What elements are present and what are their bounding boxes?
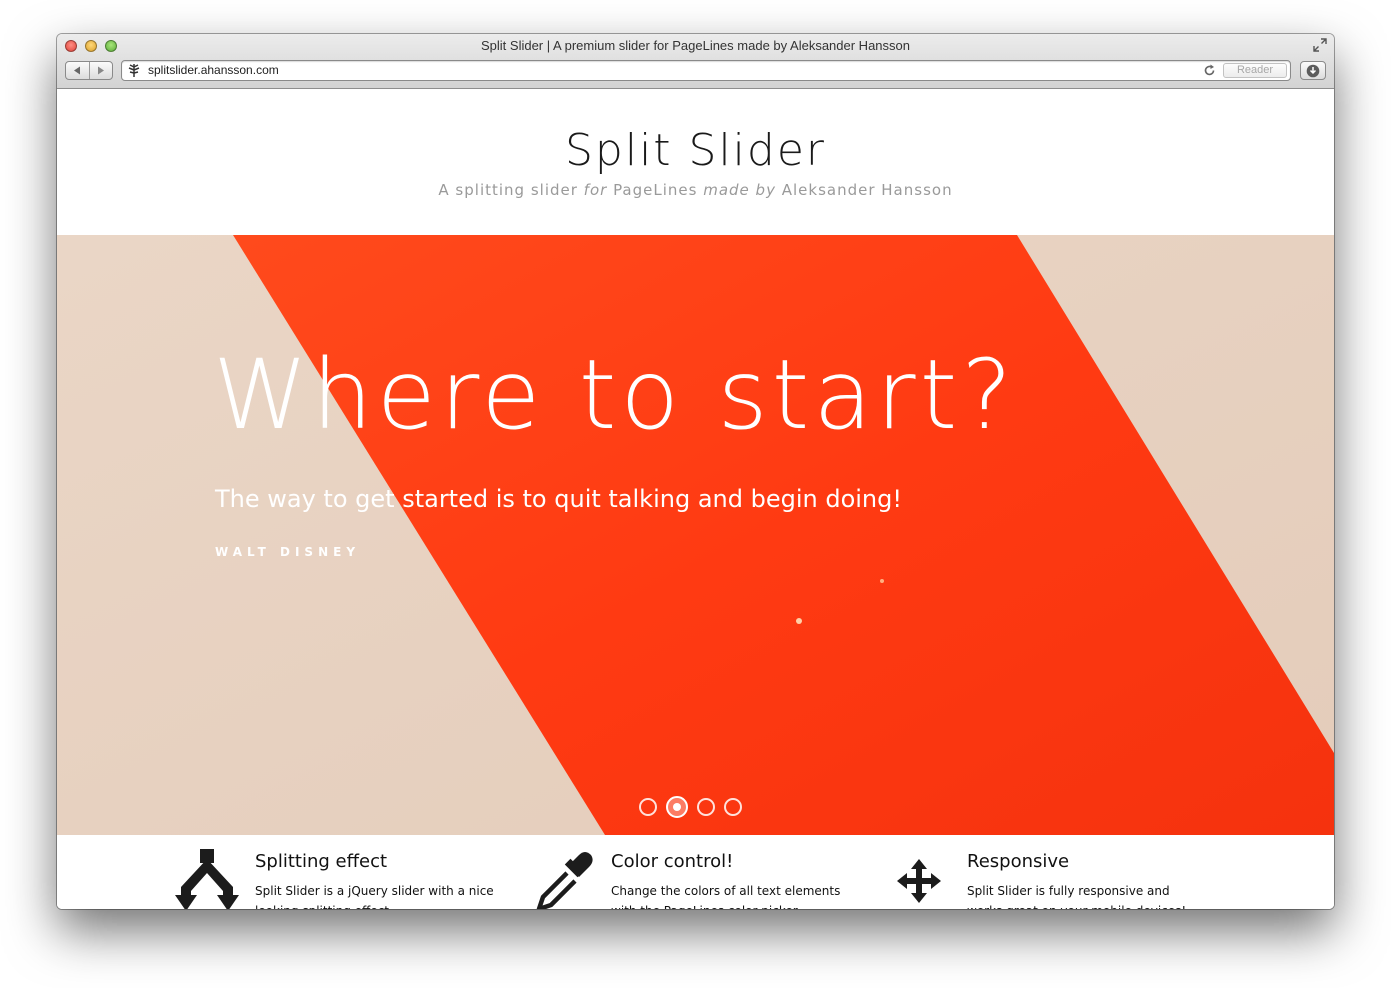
features-section: Splitting effect Split Slider is a jQuer… [57, 835, 1334, 909]
browser-toolbar: Split Slider | A premium slider for Page… [57, 34, 1334, 89]
window-title: Split Slider | A premium slider for Page… [481, 38, 910, 53]
site-subtitle: A splitting slider for PageLines made by… [57, 181, 1334, 199]
download-icon [1306, 64, 1320, 77]
feature-title: Color control! [611, 851, 734, 872]
history-nav [65, 61, 113, 80]
web-page: Split Slider A splitting slider for Page… [57, 89, 1334, 909]
url-text[interactable]: splitslider.ahansson.com [148, 63, 279, 77]
feature-description: Split Slider is a jQuery slider with a n… [255, 884, 494, 909]
slide-dot-3[interactable] [697, 798, 715, 816]
feature-splitting-effect: Splitting effect Split Slider is a jQuer… [175, 835, 505, 909]
reader-button[interactable]: Reader [1223, 63, 1287, 78]
feature-responsive: Responsive Split Slider is fully respons… [887, 835, 1217, 909]
feature-description: Split Slider is fully responsive and wor… [967, 884, 1186, 909]
back-arrow-icon [74, 66, 81, 75]
eyedropper-icon [536, 852, 593, 909]
split-slider[interactable]: Where to start? The way to get started i… [57, 235, 1334, 835]
forward-arrow-icon [97, 66, 104, 75]
slide-pagination [639, 796, 742, 818]
move-arrows-icon [897, 859, 941, 903]
slide-background-image [57, 235, 1334, 835]
subtitle-text: PageLines [607, 181, 704, 199]
feature-color-control: Color control! Change the colors of all … [531, 835, 861, 909]
feature-title: Responsive [967, 851, 1070, 872]
slide-heading: Where to start? [213, 339, 1017, 451]
site-header: Split Slider A splitting slider for Page… [57, 89, 1334, 235]
slide-dot-1[interactable] [639, 798, 657, 816]
paint-speck [796, 618, 802, 624]
slide-author: WALT DISNEY [215, 545, 361, 559]
subtitle-emphasis: made by [703, 181, 776, 199]
site-favicon-icon [128, 64, 140, 77]
split-arrows-icon [175, 849, 239, 909]
feature-description: Change the colors of all text elements w… [611, 884, 841, 909]
slide-dot-2-active[interactable] [666, 796, 688, 818]
forward-button[interactable] [88, 62, 113, 79]
back-button[interactable] [66, 62, 89, 79]
subtitle-text: A splitting slider [438, 181, 584, 199]
site-title[interactable]: Split Slider [57, 125, 1334, 176]
slide-quote: The way to get started is to quit talkin… [215, 485, 902, 513]
fullscreen-icon[interactable] [1313, 38, 1327, 52]
paint-speck [880, 579, 884, 583]
downloads-button[interactable] [1300, 61, 1326, 80]
feature-title: Splitting effect [255, 851, 388, 872]
subtitle-emphasis: for [583, 181, 608, 199]
reload-icon[interactable] [1203, 64, 1216, 77]
browser-window: Split Slider | A premium slider for Page… [57, 34, 1334, 909]
slide-dot-4[interactable] [724, 798, 742, 816]
subtitle-text: Aleksander Hansson [775, 181, 953, 199]
address-bar[interactable]: splitslider.ahansson.com Reader [121, 60, 1291, 81]
